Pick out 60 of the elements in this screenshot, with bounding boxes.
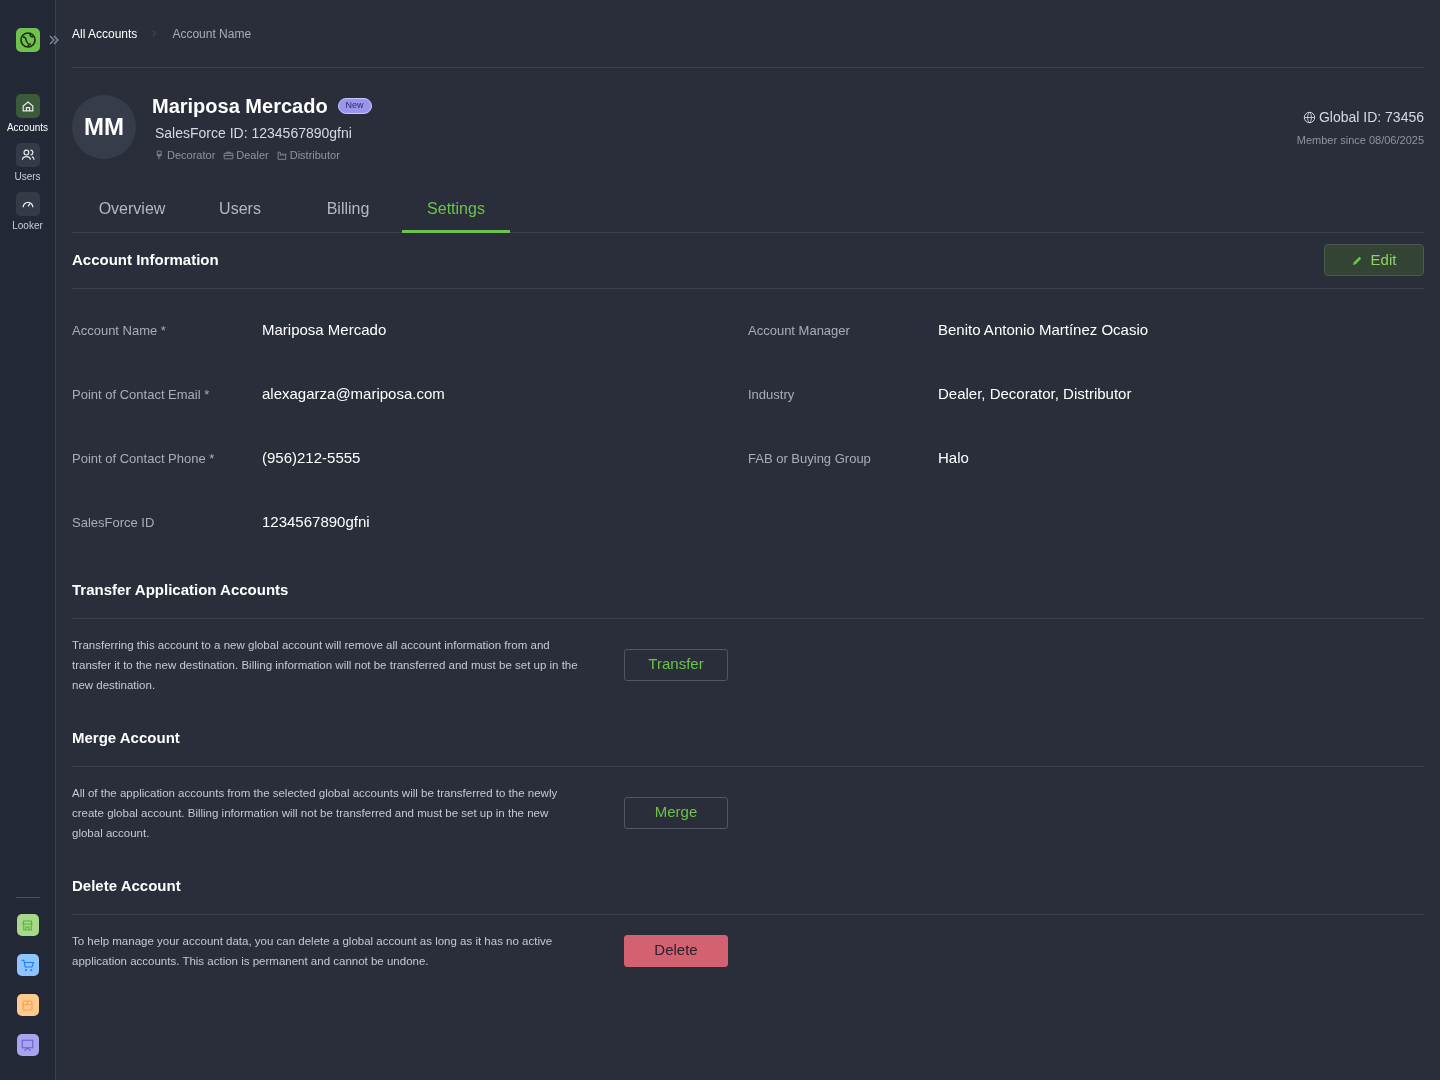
field-value: (956)212-5555 [262,448,361,469]
section-title: Delete Account [72,875,181,896]
box-icon [20,997,35,1013]
field-label: FAB or Buying Group [748,449,872,468]
field-label: Account Name * [72,321,167,340]
action-button[interactable]: Merge [624,796,728,829]
section-description: All of the application accounts from the selected global accounts will be transferred to the newly create global account. Billing information will not be transferred and must be set up in the new global account. [72,785,559,841]
status-badge: New [337,98,372,114]
salesforce-id: SalesForce ID: 1234567890gfni [155,124,353,143]
store-icon [20,917,35,933]
globe-logo-icon[interactable] [15,28,40,52]
member-since: Member since 08/06/2025 [1296,132,1424,148]
field-value: Dealer, Decorator, Distributor [938,384,1132,405]
cart-icon [20,957,35,973]
action-button[interactable]: Delete [624,934,728,967]
globe-icon [1302,110,1316,124]
avatar-initials: MM [72,95,136,160]
field-value: Benito Antonio Martínez Ocasio [938,320,1149,341]
field-label: Point of Contact Email * [72,385,211,404]
app-launcher[interactable] [16,1034,39,1056]
app-launcher[interactable] [16,994,39,1016]
app-launcher[interactable] [16,914,39,936]
action-button[interactable]: Transfer [624,648,728,681]
sidebar-nav-item[interactable]: Looker [1,192,54,233]
section-description: To help manage your account data, you can delete a global account as long as it has no active application accounts. This action is permanent and cannot be undone. [72,933,554,969]
expand-chevrons-icon[interactable] [48,34,60,46]
sidebar-nav-item[interactable]: Users [1,143,54,184]
chevron-right-icon [151,30,159,37]
account-type: Dealer [236,148,269,163]
presentation-board-icon [20,1037,35,1053]
breadcrumb-current: Account Name [172,25,252,43]
factory-icon [276,149,288,161]
section-title: Account Information [72,249,219,270]
field-label: Account Manager [748,321,851,340]
tab[interactable]: Users [186,188,294,233]
app-launcher[interactable] [16,954,39,976]
tab[interactable]: Settings [402,188,510,233]
tab[interactable]: Overview [78,188,186,233]
field-value: 1234567890gfni [262,512,370,533]
field-value: Mariposa Mercado [262,320,387,341]
account-type: Distributor [289,148,340,163]
briefcase-icon [223,149,235,161]
account-name: Mariposa Mercado [152,94,328,119]
brush-icon [154,149,165,161]
pencil-icon [1351,254,1363,266]
breadcrumb-link[interactable]: All Accounts [72,24,138,43]
field-value: Halo [938,448,969,469]
field-label: Point of Contact Phone * [72,449,216,468]
section-title: Transfer Application Accounts [72,579,289,600]
edit-button[interactable]: Edit [1324,244,1424,276]
field-value: alexagarza@mariposa.com [262,384,445,405]
users-icon [19,147,36,163]
section-title: Merge Account [72,727,180,748]
sidebar-nav-item[interactable]: Accounts [1,94,54,135]
section-description: Transferring this account to a new global account will remove all account information from and transfer it to the new destination. Billing information will not be transferred and must be set up in the new destination. [72,637,579,693]
global-id: Global ID: 73456 [1318,107,1424,127]
field-label: Industry [748,385,796,404]
field-label: SalesForce ID [72,513,156,532]
account-type: Decorator [167,148,216,163]
tab[interactable]: Billing [294,188,402,233]
